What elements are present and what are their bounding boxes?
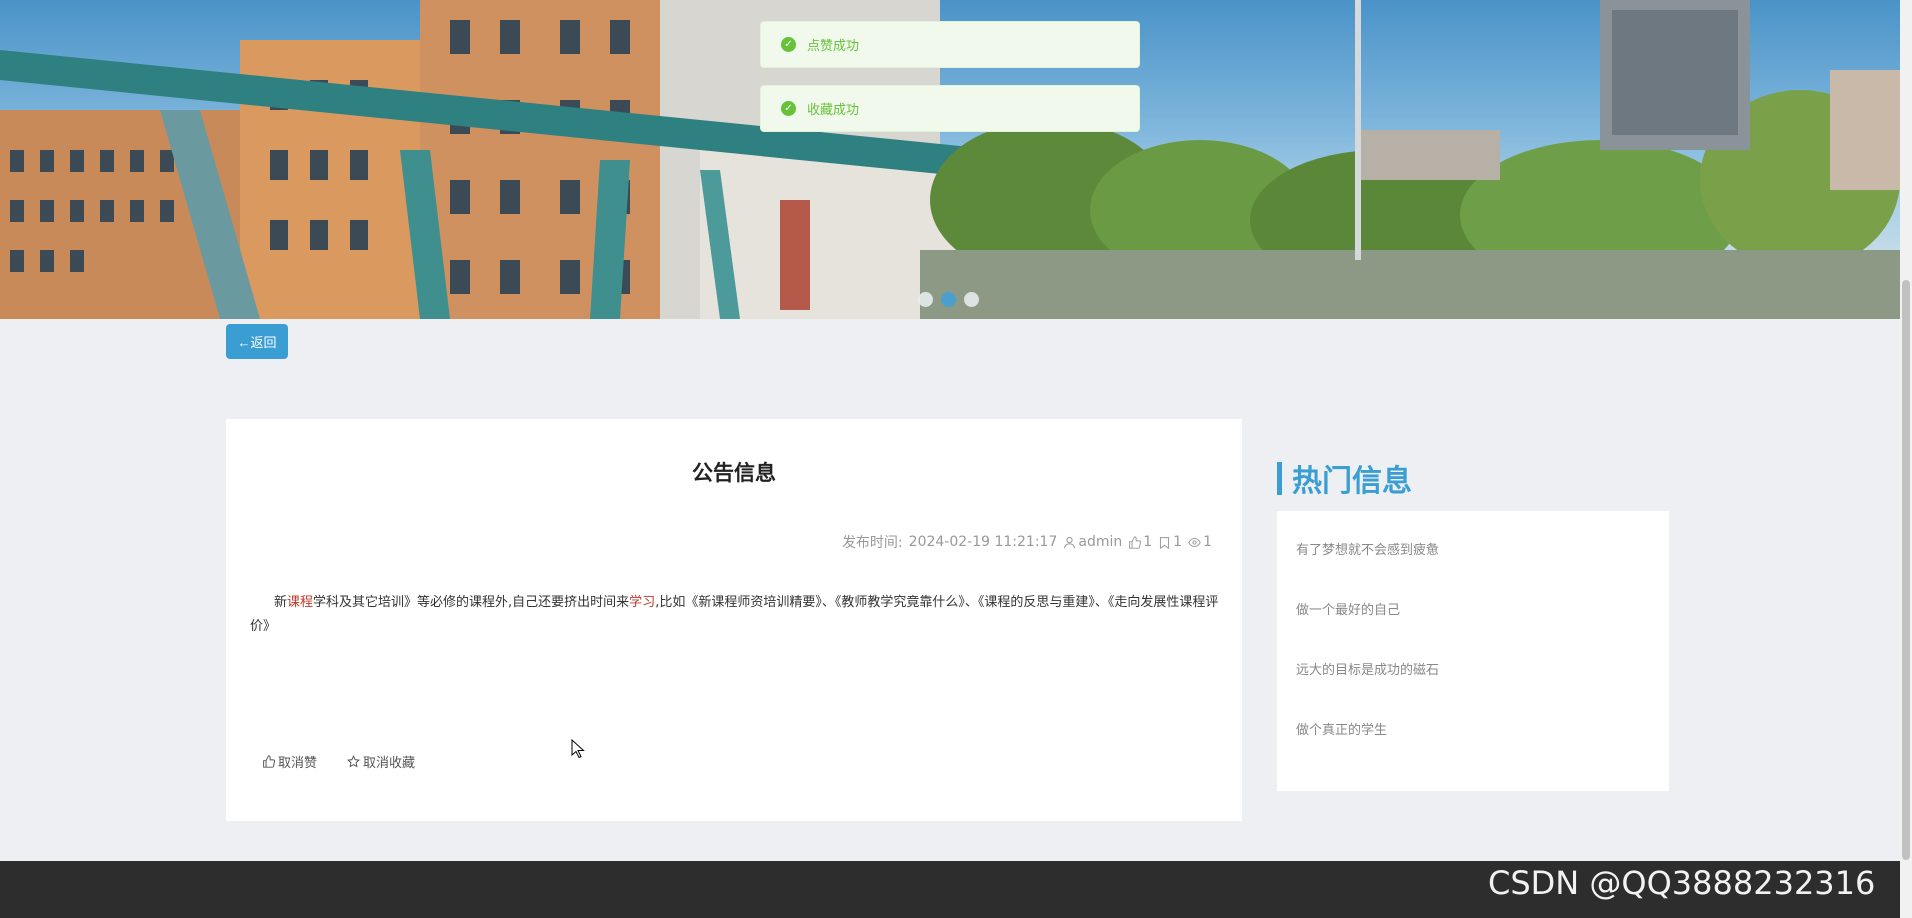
star-icon bbox=[347, 755, 360, 768]
accent-bar bbox=[1277, 461, 1282, 495]
carousel-indicators bbox=[918, 292, 979, 307]
author-name: admin bbox=[1078, 534, 1123, 550]
list-item[interactable]: 远大的目标是成功的磁石 bbox=[1277, 661, 1669, 721]
scrollbar-thumb[interactable] bbox=[1902, 280, 1910, 860]
like-count: 1 bbox=[1143, 534, 1153, 550]
user-icon bbox=[1064, 536, 1076, 548]
check-circle-icon: ✓ bbox=[781, 37, 796, 52]
article-content: 新课程学科及其它培训》等必修的课程外,自己还要挤出时间来学习,比如《新课程师资培… bbox=[250, 595, 1219, 634]
toast-favorite-success: ✓ 收藏成功 bbox=[760, 85, 1140, 132]
keyword-link: 学习 bbox=[629, 595, 656, 610]
page-title: 公告信息 bbox=[692, 461, 776, 485]
back-button[interactable]: ←返回 bbox=[226, 324, 288, 359]
keyword-link: 课程 bbox=[287, 595, 314, 610]
toast-text: 收藏成功 bbox=[807, 103, 860, 118]
list-item[interactable]: 做一个最好的自己 bbox=[1277, 601, 1669, 661]
unfavorite-label: 取消收藏 bbox=[363, 756, 416, 771]
eye-icon bbox=[1188, 537, 1201, 547]
view-count: 1 bbox=[1203, 534, 1212, 550]
carousel-dot-active[interactable] bbox=[941, 292, 956, 307]
watermark: CSDN @QQ3888232316 bbox=[1488, 864, 1876, 902]
article-card: 公告信息 发布时间: 2024-02-19 11:21:17 admin 1 1… bbox=[226, 419, 1242, 821]
favorite-icon bbox=[1160, 536, 1170, 549]
favorite-count: 1 bbox=[1173, 534, 1183, 550]
carousel-dot[interactable] bbox=[964, 292, 979, 307]
unlike-label: 取消赞 bbox=[278, 756, 318, 771]
check-circle-icon: ✓ bbox=[781, 101, 796, 116]
thumbs-up-icon bbox=[263, 755, 275, 768]
article-actions: 取消赞 取消收藏 bbox=[262, 752, 415, 771]
publish-label: 发布时间: bbox=[841, 535, 903, 551]
hot-info-title: 热门信息 bbox=[1292, 464, 1412, 499]
toast-text: 点赞成功 bbox=[807, 39, 860, 54]
toast-like-success: ✓ 点赞成功 bbox=[760, 21, 1140, 68]
list-item[interactable]: 做个真正的学生 bbox=[1277, 721, 1669, 781]
list-item[interactable]: 有了梦想就不会感到疲惫 bbox=[1277, 541, 1669, 601]
article-meta: 发布时间: 2024-02-19 11:21:17 admin 1 1 1 bbox=[842, 532, 1212, 552]
thumbs-up-icon bbox=[1129, 535, 1142, 549]
hot-info-header: 热门信息 bbox=[1277, 456, 1412, 500]
publish-time: 2024-02-19 11:21:17 bbox=[908, 534, 1058, 550]
unfavorite-button[interactable]: 取消收藏 bbox=[347, 752, 415, 771]
hot-info-list: 有了梦想就不会感到疲惫 做一个最好的自己 远大的目标是成功的磁石 做个真正的学生 bbox=[1277, 511, 1669, 791]
unlike-button[interactable]: 取消赞 bbox=[262, 752, 317, 771]
mouse-cursor-icon bbox=[571, 739, 585, 759]
carousel-dot[interactable] bbox=[918, 292, 933, 307]
